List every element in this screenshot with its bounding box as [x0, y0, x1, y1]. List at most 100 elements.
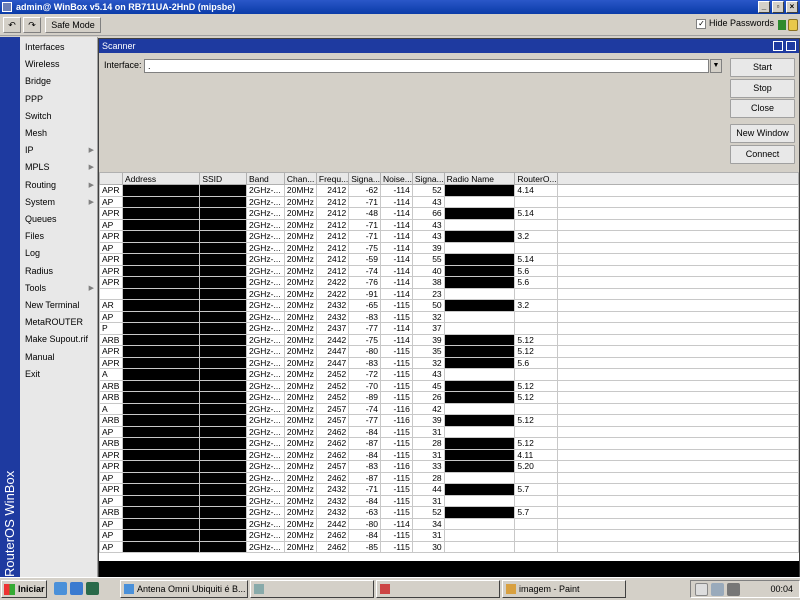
close-button[interactable]: × [786, 1, 798, 13]
table-row[interactable]: APR 2GHz-... 20MHz 2422 -76 -114 38 5.6 [99, 276, 799, 289]
table-row[interactable]: AP 2GHz-... 20MHz 2432 -84 -115 31 [99, 494, 799, 507]
interface-select[interactable]: . [144, 59, 709, 73]
table-row[interactable]: AP 2GHz-... 20MHz 2412 -75 -114 39 [99, 241, 799, 254]
table-row[interactable]: P 2GHz-... 20MHz 2437 -77 -114 37 [99, 322, 799, 335]
column-header[interactable] [99, 172, 123, 185]
menu-item-queues[interactable]: Queues [20, 211, 98, 228]
table-row[interactable]: 2GHz-... 20MHz 2422 -91 -114 23 [99, 287, 799, 300]
menu-item-ppp[interactable]: PPP [20, 91, 98, 108]
table-row[interactable]: ARB 2GHz-... 20MHz 2452 -70 -115 45 5.12 [99, 379, 799, 392]
column-header[interactable]: Frequ... [315, 172, 350, 185]
start-button[interactable]: Start [730, 58, 795, 77]
restore-icon[interactable] [773, 41, 783, 51]
table-row[interactable]: AR 2GHz-... 20MHz 2432 -65 -115 50 3.2 [99, 299, 799, 312]
menu-item-metarouter[interactable]: MetaROUTER [20, 314, 98, 331]
cell-radio-name [443, 402, 516, 415]
menu-item-system[interactable]: System ▶ [20, 194, 98, 211]
close-icon[interactable] [786, 41, 796, 51]
taskbar-item-paint[interactable]: imagem - Paint [502, 580, 626, 598]
table-row[interactable]: ARB 2GHz-... 20MHz 2432 -63 -115 52 5.7 [99, 506, 799, 519]
show-desktop-icon[interactable] [86, 582, 99, 595]
start-button-taskbar[interactable]: Iniciar [1, 580, 47, 598]
table-row[interactable]: APR 2GHz-... 20MHz 2412 -48 -114 66 5.14 [99, 207, 799, 220]
undo-button[interactable]: ↶ [3, 17, 21, 33]
table-row[interactable]: APR 2GHz-... 20MHz 2432 -71 -115 44 5.7 [99, 483, 799, 496]
table-row[interactable]: AP 2GHz-... 20MHz 2442 -80 -114 34 [99, 517, 799, 530]
table-row[interactable]: AP 2GHz-... 20MHz 2462 -85 -115 30 [99, 540, 799, 553]
column-header[interactable]: RouterO... [514, 172, 558, 185]
redo-button[interactable]: ↷ [23, 17, 41, 33]
menu-item-exit[interactable]: Exit [20, 366, 98, 383]
cell-routeros: 5.7 [514, 483, 558, 496]
menu-item-files[interactable]: Files [20, 228, 98, 245]
table-row[interactable]: APR 2GHz-... 20MHz 2457 -83 -116 33 5.20 [99, 460, 799, 473]
table-row[interactable]: ARB 2GHz-... 20MHz 2442 -75 -114 39 5.12 [99, 333, 799, 346]
network-icon[interactable] [711, 583, 724, 596]
menu-item-mpls[interactable]: MPLS ▶ [20, 159, 98, 176]
volume-icon[interactable] [727, 583, 740, 596]
cell-signal: -71 [348, 483, 382, 496]
table-row[interactable]: AP 2GHz-... 20MHz 2462 -87 -115 28 [99, 471, 799, 484]
menu-item-radius[interactable]: Radius [20, 263, 98, 280]
table-row[interactable]: A 2GHz-... 20MHz 2452 -72 -115 43 [99, 368, 799, 381]
menu-item-tools[interactable]: Tools ▶ [20, 280, 98, 297]
cell-signal: -71 [348, 230, 382, 243]
menu-item-ip[interactable]: IP ▶ [20, 142, 98, 159]
menu-item-make-supout-rif[interactable]: Make Supout.rif [20, 331, 98, 348]
ie-icon[interactable] [70, 582, 83, 595]
table-row[interactable]: ARB 2GHz-... 20MHz 2462 -87 -115 28 5.12 [99, 437, 799, 450]
table-row[interactable]: ARB 2GHz-... 20MHz 2457 -77 -116 39 5.12 [99, 414, 799, 427]
table-row[interactable]: AP 2GHz-... 20MHz 2432 -83 -115 32 [99, 310, 799, 323]
taskbar-item-2[interactable] [376, 580, 500, 598]
column-header[interactable]: Noise... [380, 172, 413, 185]
menu-item-manual[interactable]: Manual [20, 349, 98, 366]
table-row[interactable]: APR 2GHz-... 20MHz 2412 -74 -114 40 5.6 [99, 264, 799, 277]
table-row[interactable]: APR 2GHz-... 20MHz 2412 -71 -114 43 3.2 [99, 230, 799, 243]
maximize-button[interactable]: ▫ [772, 1, 784, 13]
table-row[interactable]: APR 2GHz-... 20MHz 2447 -83 -115 32 5.6 [99, 356, 799, 369]
table-row[interactable]: A 2GHz-... 20MHz 2457 -74 -116 42 [99, 402, 799, 415]
menu-item-bridge[interactable]: Bridge [20, 73, 98, 90]
menu-item-routing[interactable]: Routing ▶ [20, 177, 98, 194]
column-header[interactable]: SSID [199, 172, 247, 185]
column-header[interactable]: Signa... [348, 172, 382, 185]
minimize-button[interactable]: _ [758, 1, 770, 13]
close-button-scanner[interactable]: Close [730, 99, 795, 118]
connect-button[interactable]: Connect [730, 145, 795, 164]
menu-item-interfaces[interactable]: Interfaces [20, 39, 98, 56]
taskbar-item-0[interactable]: Antena Omni Ubiquiti é B... [120, 580, 248, 598]
cell-flags [99, 287, 123, 300]
menu-item-wireless[interactable]: Wireless [20, 56, 98, 73]
table-row[interactable]: APR 2GHz-... 20MHz 2447 -80 -115 35 5.12 [99, 345, 799, 358]
table-row[interactable]: AP 2GHz-... 20MHz 2462 -84 -115 31 [99, 529, 799, 542]
menu-item-log[interactable]: Log [20, 245, 98, 262]
window-titlebar[interactable]: admin@ WinBox v5.14 on RB711UA-2HnD (mip… [0, 0, 800, 14]
menu-item-switch[interactable]: Switch [20, 108, 98, 125]
table-row[interactable]: APR 2GHz-... 20MHz 2462 -84 -115 31 4.11 [99, 448, 799, 461]
table-row[interactable]: APR 2GHz-... 20MHz 2412 -59 -114 55 5.14 [99, 253, 799, 266]
taskbar-item-1[interactable] [250, 580, 374, 598]
column-header[interactable]: Band [245, 172, 285, 185]
menu-item-mesh[interactable]: Mesh [20, 125, 98, 142]
column-header[interactable]: Address [121, 172, 201, 185]
new-window-button[interactable]: New Window [730, 124, 795, 143]
safe-mode-button[interactable]: Safe Mode [45, 17, 101, 33]
column-header[interactable]: Radio Name [443, 172, 516, 185]
stop-button[interactable]: Stop [730, 79, 795, 98]
cell-noise: -115 [380, 494, 413, 507]
column-header[interactable]: Signa... [411, 172, 445, 185]
checkbox-icon[interactable]: ✓ [696, 18, 707, 29]
cell-channel-width: 20MHz [283, 483, 317, 496]
table-row[interactable]: AP 2GHz-... 20MHz 2462 -84 -115 31 [99, 425, 799, 438]
help-icon[interactable] [695, 583, 708, 596]
table-row[interactable]: AP 2GHz-... 20MHz 2412 -71 -114 43 [99, 195, 799, 208]
table-row[interactable]: APR 2GHz-... 20MHz 2412 -62 -114 52 4.14 [99, 184, 799, 197]
menu-item-new-terminal[interactable]: New Terminal [20, 297, 98, 314]
chrome-icon[interactable] [54, 582, 67, 595]
scanner-titlebar[interactable]: Scanner [99, 39, 799, 53]
table-row[interactable]: ARB 2GHz-... 20MHz 2452 -89 -115 26 5.12 [99, 391, 799, 404]
chevron-down-icon[interactable]: ▼ [710, 59, 722, 73]
column-header[interactable]: Chan... [283, 172, 317, 185]
table-row[interactable]: AP 2GHz-... 20MHz 2412 -71 -114 43 [99, 218, 799, 231]
hide-passwords-toggle[interactable]: ✓ Hide Passwords [696, 18, 774, 29]
